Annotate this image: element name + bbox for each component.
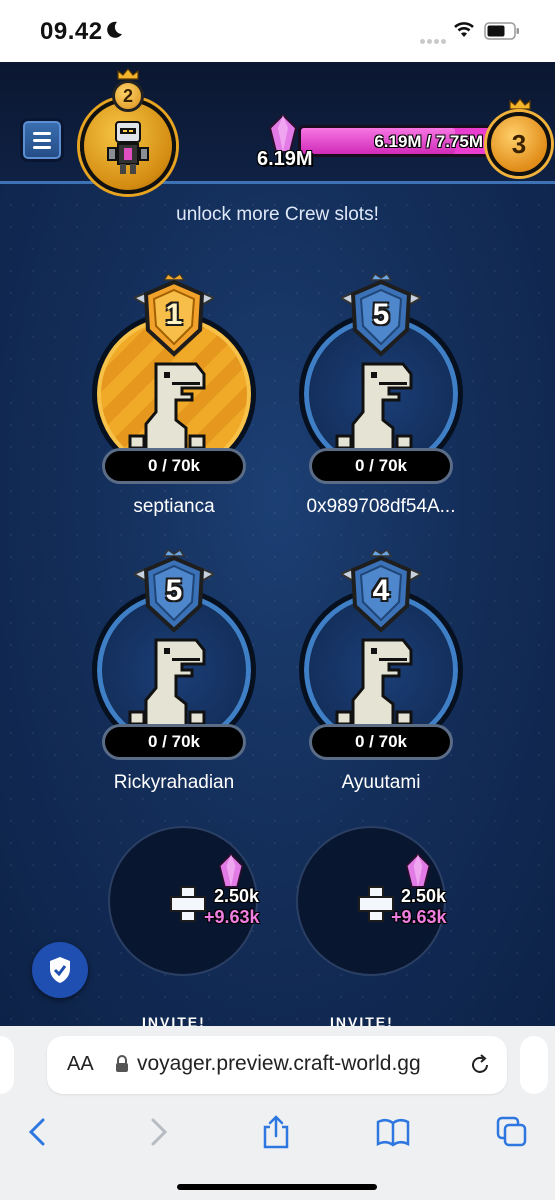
- bookmarks-icon[interactable]: [375, 1114, 411, 1150]
- crew-rank-number: 1: [165, 298, 183, 331]
- lock-icon: [116, 1055, 128, 1072]
- reader-settings-button[interactable]: AA: [67, 1053, 94, 1076]
- previous-tab-preview[interactable]: [0, 1036, 14, 1094]
- crew-member-card[interactable]: 1 0 / 70k septianca: [92, 272, 256, 532]
- gem-balance: 6.19M: [257, 148, 313, 170]
- crew-member-name: Ayuutami: [341, 772, 421, 793]
- wifi-icon: [454, 22, 474, 37]
- battery-icon: [484, 22, 519, 40]
- robot-character-icon: [107, 121, 149, 174]
- crew-progress-pill: 0 / 70k: [102, 448, 246, 484]
- status-bar: 09.42: [0, 0, 555, 62]
- home-indicator: [177, 1184, 377, 1190]
- reload-icon[interactable]: [468, 1053, 492, 1077]
- crew-member-card[interactable]: 5 0 / 70k 0x989708df54A...: [299, 272, 463, 532]
- player-level-badge: 2: [112, 80, 144, 112]
- slot-bonus: +9.63k: [204, 907, 260, 927]
- next-level-badge: 3: [487, 112, 551, 176]
- player-avatar[interactable]: [80, 98, 176, 194]
- crew-member-card[interactable]: 4 0 / 70k Ayuutami: [299, 548, 463, 808]
- game-view: 2 6.19M / 7.75M 6.19M 3 unlock more Crew…: [0, 62, 555, 1026]
- crew-rank-number: 4: [372, 574, 390, 607]
- signal-icon: [420, 31, 448, 49]
- crew-member-name: septianca: [133, 496, 215, 517]
- xp-progress-bar: 6.19M / 7.75M: [298, 125, 496, 157]
- browser-toolbar: [0, 1104, 555, 1200]
- unlock-crew-hint: unlock more Crew slots!: [176, 204, 379, 225]
- moon-icon: [107, 21, 122, 38]
- game-header: 2 6.19M / 7.75M 6.19M 3: [0, 62, 555, 194]
- crew-progress-pill: 0 / 70k: [309, 724, 453, 760]
- slot-gem-cost: 2.50k: [214, 886, 260, 906]
- gem-icon: [405, 852, 431, 888]
- url-text[interactable]: voyager.preview.craft-world.gg: [137, 1052, 421, 1076]
- xp-progress-text: 6.19M / 7.75M: [374, 132, 483, 151]
- slot-gem-cost: 2.50k: [401, 886, 447, 906]
- invite-label[interactable]: INVITE!: [330, 1014, 394, 1026]
- gem-icon: [218, 852, 244, 888]
- forward-icon[interactable]: [140, 1114, 176, 1150]
- shield-check-icon: [50, 957, 70, 983]
- crown-icon: [117, 68, 139, 80]
- tabs-icon[interactable]: [494, 1114, 530, 1150]
- crew-progress-pill: 0 / 70k: [102, 724, 246, 760]
- privacy-shield-button[interactable]: [32, 942, 88, 998]
- address-bar[interactable]: AA voyager.preview.craft-world.gg: [47, 1036, 507, 1094]
- browser-address-area: AA voyager.preview.craft-world.gg: [0, 1026, 555, 1104]
- plus-icon: [358, 886, 394, 922]
- crew-rank-number: 5: [372, 298, 390, 331]
- status-time: 09.42: [40, 18, 103, 45]
- menu-button[interactable]: [20, 118, 64, 162]
- crew-member-name: 0x989708df54A...: [306, 496, 456, 517]
- share-icon[interactable]: [258, 1114, 294, 1150]
- crew-member-card[interactable]: 5 0 / 70k Rickyrahadian: [92, 548, 256, 808]
- invite-label[interactable]: INVITE!: [142, 1014, 206, 1026]
- plus-icon: [170, 886, 206, 922]
- crew-member-name: Rickyrahadian: [113, 772, 235, 793]
- crew-progress-pill: 0 / 70k: [309, 448, 453, 484]
- next-tab-preview[interactable]: [520, 1036, 548, 1094]
- crew-rank-number: 5: [165, 574, 183, 607]
- slot-bonus: +9.63k: [391, 907, 447, 927]
- crown-icon: [509, 98, 531, 110]
- back-icon[interactable]: [20, 1114, 56, 1150]
